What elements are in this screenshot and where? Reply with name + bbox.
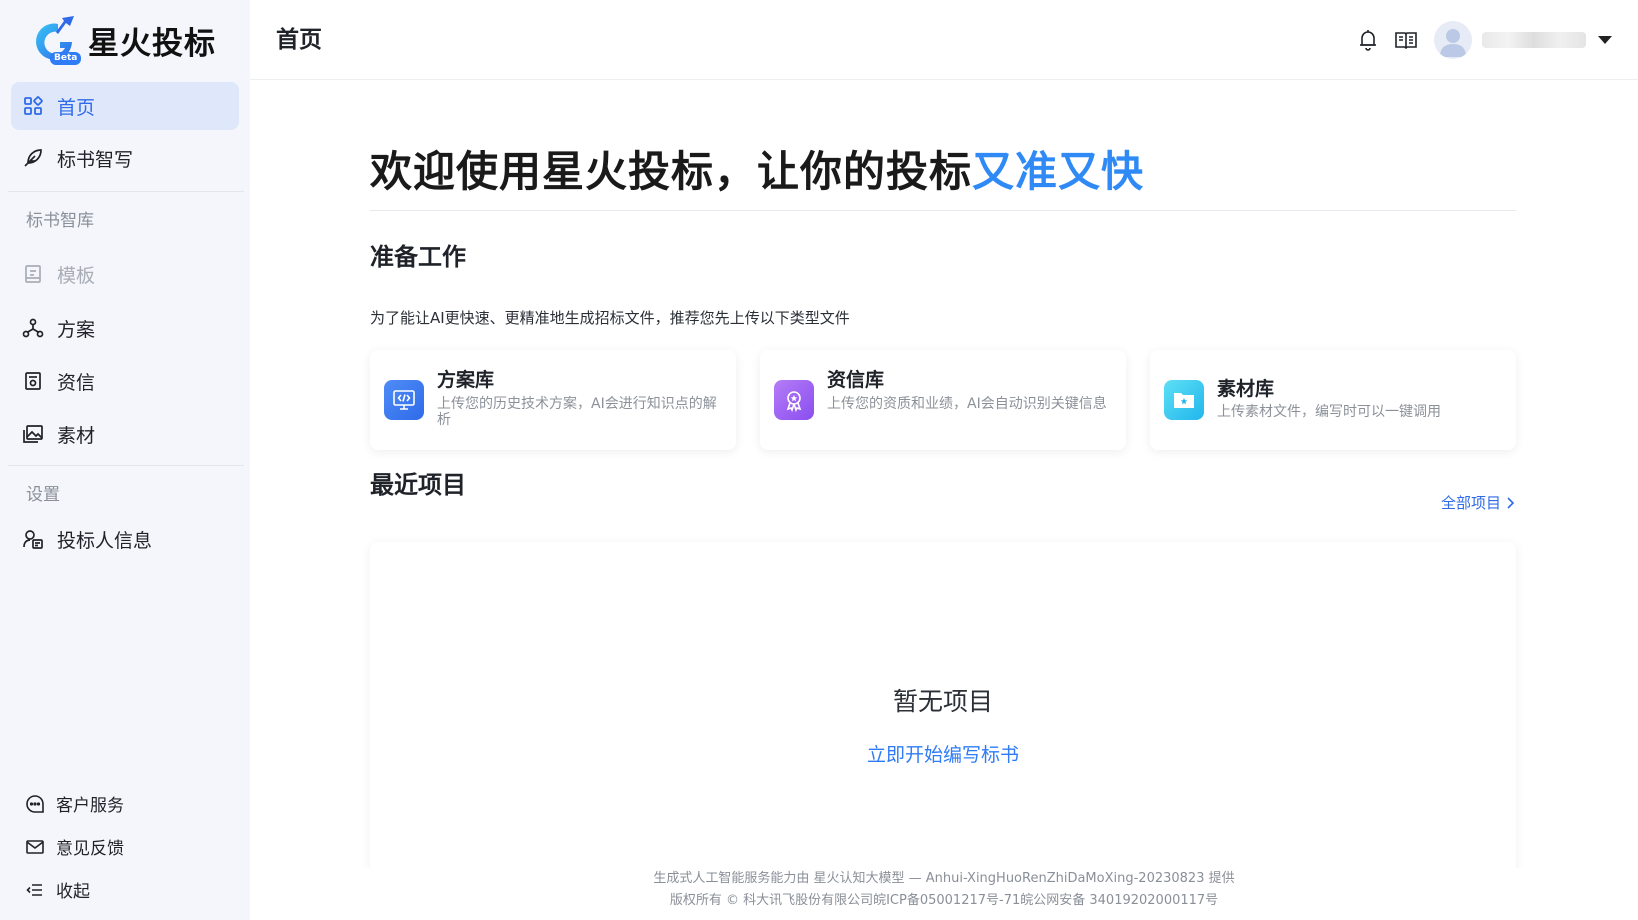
- brand-name: 星火投标: [88, 25, 216, 62]
- bell-icon[interactable]: [1354, 26, 1382, 54]
- quill-icon: [21, 146, 45, 170]
- sidebar-divider: [8, 191, 244, 192]
- chat-icon: [24, 793, 46, 815]
- sidebar-item-label: 标书智写: [57, 148, 134, 171]
- credential-icon: [21, 369, 45, 393]
- collapse-label: 收起: [56, 882, 90, 902]
- empty-state-title: 暂无项目: [892, 687, 993, 716]
- grid-icon: [21, 94, 45, 118]
- top-header: 首页: [250, 0, 1638, 80]
- all-projects-link[interactable]: 全部项目: [1441, 492, 1516, 513]
- page-footer: 生成式人工智能服务能力由 星火认知大模型 — Anhui-XingHuoRenZ…: [250, 868, 1638, 920]
- footer-copyright: 版权所有 © 科大讯飞股份有限公司皖ICP备05001217号-71皖公网安备 …: [669, 893, 1219, 908]
- sidebar-item-label: 投标人信息: [57, 529, 153, 552]
- code-monitor-icon: [384, 380, 424, 420]
- main-content: 欢迎使用星火投标，让你的投标又准又快 准备工作 为了能让AI更快速、更精准地生成…: [250, 80, 1638, 920]
- welcome-heading: 欢迎使用星火投标，让你的投标又准又快: [370, 138, 1144, 199]
- username-blurred[interactable]: [1482, 32, 1586, 48]
- prepare-description: 为了能让AI更快速、更精准地生成招标文件，推荐您先上传以下类型文件: [370, 309, 850, 327]
- welcome-prefix: 欢迎使用星火投标，让你的投标: [370, 147, 973, 196]
- sidebar-divider: [8, 465, 244, 466]
- image-icon: [21, 422, 45, 446]
- section-divider: [370, 210, 1516, 211]
- card-description: 上传素材文件，编写时可以一键调用: [1217, 404, 1441, 420]
- page-title: 首页: [276, 27, 322, 53]
- start-writing-link[interactable]: 立即开始编写标书: [370, 740, 1516, 767]
- card-plan-library[interactable]: 方案库 上传您的历史技术方案，AI会进行知识点的解析: [370, 350, 736, 450]
- sidebar-item-home[interactable]: 首页: [11, 82, 239, 130]
- chevron-right-icon: [1507, 496, 1515, 509]
- sidebar-item-bidder-info[interactable]: 投标人信息: [11, 515, 239, 563]
- collapse-button[interactable]: 收起: [24, 877, 90, 902]
- sidebar-item-credential[interactable]: 资信: [11, 357, 239, 405]
- folder-star-icon: [1164, 380, 1204, 420]
- chevron-down-icon[interactable]: [1598, 36, 1612, 44]
- customer-service-label: 客户服务: [56, 796, 124, 816]
- sidebar-item-template[interactable]: 模板: [11, 250, 239, 298]
- beta-badge: Beta: [50, 52, 82, 65]
- sidebar-item-label: 首页: [57, 96, 96, 119]
- customer-service-button[interactable]: 客户服务: [24, 791, 124, 816]
- prepare-section-title: 准备工作: [370, 243, 466, 271]
- card-material-library[interactable]: 素材库 上传素材文件，编写时可以一键调用: [1150, 350, 1516, 450]
- sidebar-item-material[interactable]: 素材: [11, 410, 239, 458]
- nodes-icon: [21, 316, 45, 340]
- sidebar-item-label: 模板: [57, 264, 96, 287]
- award-icon: [774, 380, 814, 420]
- collapse-icon: [24, 879, 46, 901]
- sidebar-item-plan[interactable]: 方案: [11, 304, 239, 352]
- sidebar-item-label: 素材: [57, 424, 96, 447]
- user-avatar[interactable]: [1434, 21, 1472, 59]
- logo-icon: Beta: [28, 14, 82, 66]
- bidder-icon: [21, 527, 45, 551]
- card-title: 方案库: [437, 369, 495, 391]
- all-projects-label: 全部项目: [1440, 494, 1501, 512]
- sidebar-group-library: 标书智库: [26, 211, 94, 231]
- card-description: 上传您的历史技术方案，AI会进行知识点的解析: [437, 396, 717, 428]
- manual-book-icon[interactable]: [1392, 26, 1420, 54]
- mail-icon: [24, 836, 46, 858]
- card-title: 素材库: [1217, 378, 1275, 400]
- template-icon: [21, 262, 45, 286]
- sidebar-item-label: 资信: [57, 371, 96, 394]
- card-title: 资信库: [827, 369, 885, 391]
- welcome-highlight: 又准又快: [972, 147, 1145, 196]
- recent-projects-panel: 暂无项目 立即开始编写标书: [370, 542, 1516, 872]
- brand-logo[interactable]: Beta 星火投标: [28, 14, 216, 66]
- feedback-button[interactable]: 意见反馈: [24, 834, 124, 859]
- card-description: 上传您的资质和业绩，AI会自动识别关键信息: [827, 396, 1107, 412]
- footer-model-info: 生成式人工智能服务能力由 星火认知大模型 — Anhui-XingHuoRenZ…: [653, 871, 1235, 886]
- sidebar: Beta 星火投标 首页 标书智写 标书智库 模板 方案 资信 素材 设置 投标…: [0, 0, 250, 920]
- sidebar-item-smart-write[interactable]: 标书智写: [11, 134, 239, 182]
- sidebar-item-label: 方案: [57, 318, 96, 341]
- header-actions: [1344, 20, 1612, 60]
- feedback-label: 意见反馈: [56, 839, 124, 859]
- card-credential-library[interactable]: 资信库 上传您的资质和业绩，AI会自动识别关键信息: [760, 350, 1126, 450]
- recent-section-title: 最近项目: [370, 471, 466, 499]
- sidebar-group-settings: 设置: [26, 485, 60, 505]
